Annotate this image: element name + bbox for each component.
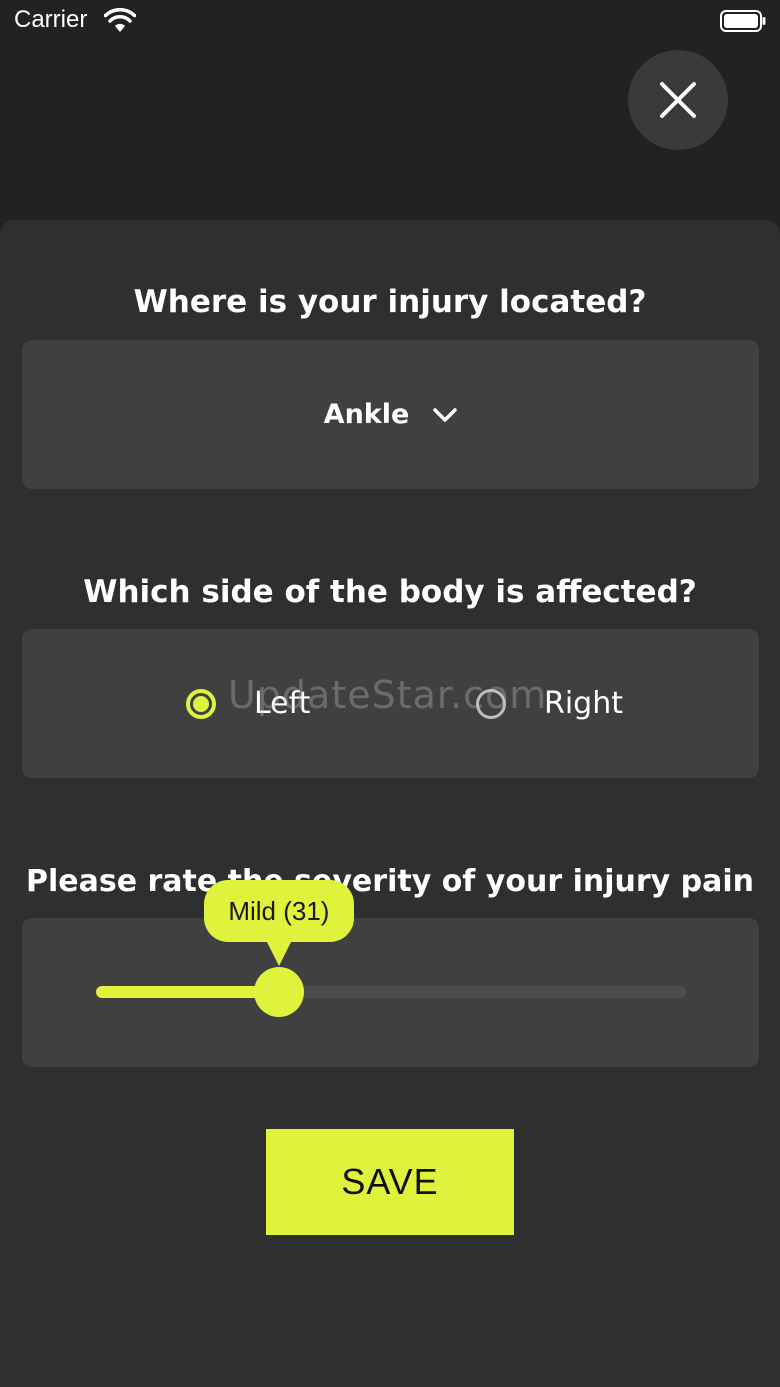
close-icon xyxy=(660,82,696,118)
severity-tooltip-tail xyxy=(264,938,293,966)
severity-slider-track[interactable] xyxy=(96,986,686,998)
app-root: Carrier Where is your injury located? An… xyxy=(0,0,780,1387)
radio-unselected-icon xyxy=(476,688,506,719)
location-selected-value: Ankle xyxy=(323,399,410,430)
radio-right[interactable]: Right xyxy=(476,629,623,778)
severity-slider-thumb[interactable] xyxy=(253,967,304,1017)
radio-right-label: Right xyxy=(544,686,623,721)
battery-icon xyxy=(720,10,766,32)
severity-question: Please rate the severity of your injury … xyxy=(26,864,754,899)
location-card: Ankle xyxy=(22,340,759,489)
severity-slider-fill xyxy=(96,986,279,998)
close-button[interactable] xyxy=(628,50,728,150)
radio-left[interactable]: Left xyxy=(186,629,310,778)
chevron-down-icon xyxy=(433,407,458,422)
injury-form-sheet: Where is your injury located? Ankle Whic… xyxy=(0,220,780,1387)
severity-tooltip: Mild (31) xyxy=(203,880,354,942)
side-question: Which side of the body is affected? xyxy=(83,574,697,610)
save-button[interactable]: SAVE xyxy=(266,1129,514,1235)
severity-card: Mild (31) xyxy=(22,880,759,1067)
radio-left-label: Left xyxy=(254,686,311,721)
side-card: Left Right xyxy=(22,629,759,778)
radio-selected-icon xyxy=(186,688,216,719)
location-dropdown[interactable]: Ankle xyxy=(22,340,759,489)
status-bar: Carrier xyxy=(0,0,780,44)
location-question: Where is your injury located? xyxy=(133,284,647,320)
wifi-icon xyxy=(104,8,136,32)
carrier-label: Carrier xyxy=(14,6,88,33)
